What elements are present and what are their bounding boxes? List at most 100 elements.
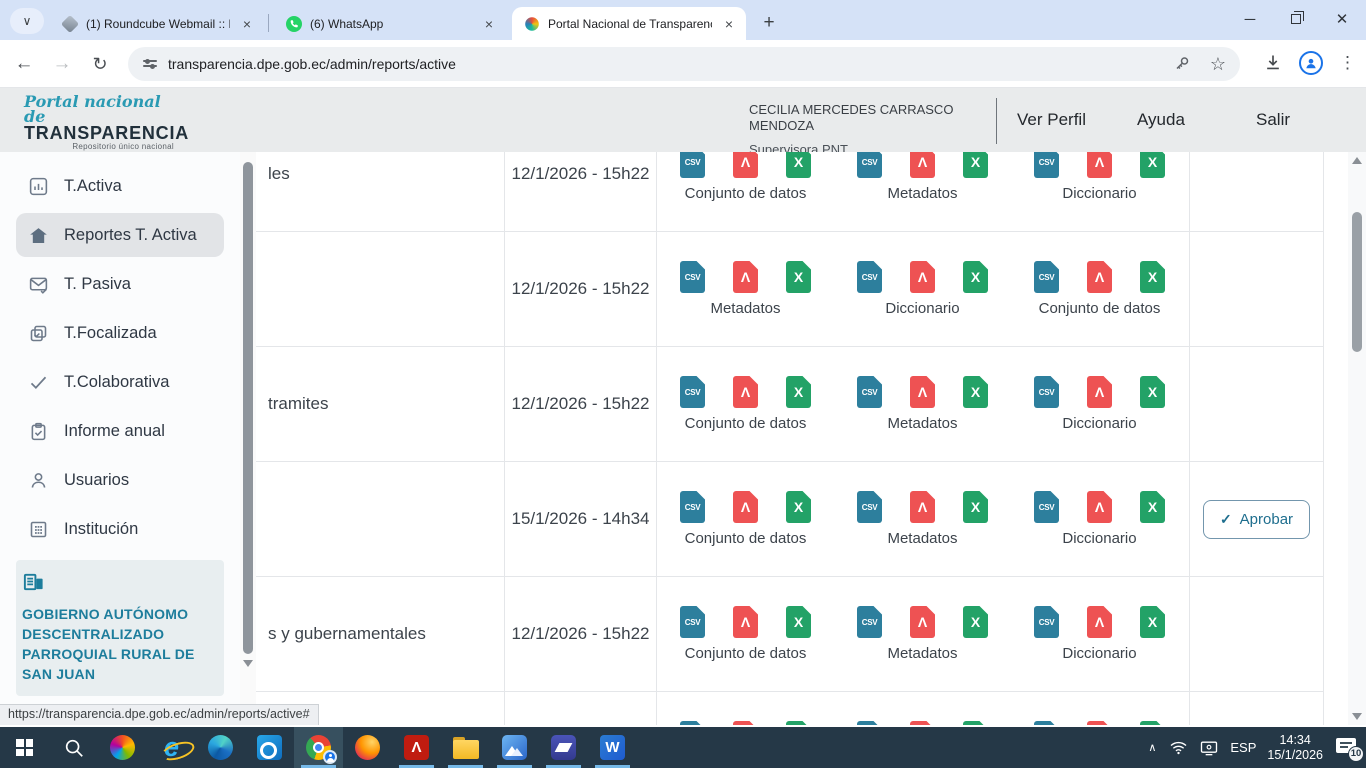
tab-portal-active[interactable]: Portal Nacional de Transparenci × [512, 7, 746, 40]
sidebar-item-reportes-t-activa[interactable]: Reportes T. Activa [16, 213, 224, 257]
password-key-icon[interactable] [1174, 55, 1192, 73]
pdf-file-icon[interactable]: Λ [910, 721, 935, 726]
pdf-file-icon[interactable]: Λ [910, 491, 935, 523]
page-scroll-down-icon[interactable] [1352, 713, 1362, 720]
xls-file-icon[interactable]: X [1140, 261, 1165, 293]
sidebar-item-institucion[interactable]: Institución [0, 505, 240, 554]
notification-center-button[interactable]: 10 [1334, 737, 1360, 759]
pdf-file-icon[interactable]: Λ [1087, 261, 1112, 293]
pdf-file-icon[interactable]: Λ [733, 152, 758, 178]
taskbar-edge-button[interactable] [196, 727, 245, 768]
taskbar-internet-explorer-button[interactable]: e [147, 727, 196, 768]
xls-file-icon[interactable]: X [1140, 491, 1165, 523]
csv-file-icon[interactable]: CSV [857, 261, 882, 293]
csv-file-icon[interactable]: CSV [1034, 606, 1059, 638]
xls-file-icon[interactable]: X [963, 261, 988, 293]
profile-avatar-icon[interactable] [1299, 51, 1323, 75]
taskbar-copilot-button[interactable] [98, 727, 147, 768]
xls-file-icon[interactable]: X [1140, 721, 1165, 726]
new-tab-button[interactable]: + [756, 10, 782, 36]
csv-file-icon[interactable]: CSV [680, 721, 705, 726]
xls-file-icon[interactable]: X [786, 376, 811, 408]
pdf-file-icon[interactable]: Λ [1087, 152, 1112, 178]
nav-ver-perfil[interactable]: Ver Perfil [1017, 110, 1086, 130]
nav-ayuda[interactable]: Ayuda [1137, 110, 1185, 130]
pdf-file-icon[interactable]: Λ [910, 376, 935, 408]
pdf-file-icon[interactable]: Λ [910, 606, 935, 638]
xls-file-icon[interactable]: X [786, 261, 811, 293]
sidebar-scrollbar-thumb[interactable] [243, 162, 253, 654]
csv-file-icon[interactable]: CSV [680, 606, 705, 638]
csv-file-icon[interactable]: CSV [857, 376, 882, 408]
window-minimize-button[interactable]: ─ [1228, 0, 1272, 38]
xls-file-icon[interactable]: X [786, 152, 811, 178]
tab-search-chevron-icon[interactable]: ∨ [10, 8, 44, 34]
csv-file-icon[interactable]: CSV [857, 491, 882, 523]
tab-close-icon[interactable]: × [238, 15, 256, 33]
csv-file-icon[interactable]: CSV [1034, 261, 1059, 293]
sidebar-item-usuarios[interactable]: Usuarios [0, 456, 240, 505]
pdf-file-icon[interactable]: Λ [733, 606, 758, 638]
address-bar[interactable]: transparencia.dpe.gob.ec/admin/reports/a… [128, 47, 1240, 81]
window-close-button[interactable]: ✕ [1320, 0, 1364, 38]
nav-salir[interactable]: Salir [1256, 110, 1290, 130]
pdf-file-icon[interactable]: Λ [1087, 721, 1112, 726]
tab-close-icon[interactable]: × [720, 15, 738, 33]
xls-file-icon[interactable]: X [1140, 606, 1165, 638]
tab-whatsapp[interactable]: (6) WhatsApp × [274, 7, 506, 40]
csv-file-icon[interactable]: CSV [857, 606, 882, 638]
sidebar-scroll-down-icon[interactable] [243, 660, 253, 667]
csv-file-icon[interactable]: CSV [1034, 152, 1059, 178]
csv-file-icon[interactable]: CSV [1034, 491, 1059, 523]
csv-file-icon[interactable]: CSV [680, 376, 705, 408]
pdf-file-icon[interactable]: Λ [1087, 606, 1112, 638]
start-button[interactable] [0, 727, 49, 768]
wifi-icon[interactable] [1169, 738, 1188, 757]
xls-file-icon[interactable]: X [786, 721, 811, 726]
url-text[interactable]: transparencia.dpe.gob.ec/admin/reports/a… [168, 56, 456, 72]
taskbar-acrobat-button[interactable]: Λ [392, 727, 441, 768]
sidebar-item-t-activa[interactable]: T.Activa [0, 162, 240, 211]
xls-file-icon[interactable]: X [963, 721, 988, 726]
pdf-file-icon[interactable]: Λ [1087, 376, 1112, 408]
csv-file-icon[interactable]: CSV [680, 152, 705, 178]
xls-file-icon[interactable]: X [1140, 152, 1165, 178]
sidebar-scrollbar[interactable] [240, 152, 256, 725]
back-button[interactable]: ← [10, 51, 38, 77]
pdf-file-icon[interactable]: Λ [733, 491, 758, 523]
taskbar-outlook-button[interactable] [245, 727, 294, 768]
sidebar-item-t-focalizada[interactable]: T.Focalizada [0, 309, 240, 358]
aprobar-button[interactable]: ✓ Aprobar [1203, 500, 1310, 539]
taskbar-scanner-button[interactable] [539, 727, 588, 768]
pdf-file-icon[interactable]: Λ [733, 261, 758, 293]
taskbar-search-button[interactable] [49, 727, 98, 768]
pdf-file-icon[interactable]: Λ [733, 376, 758, 408]
csv-file-icon[interactable]: CSV [680, 491, 705, 523]
tab-close-icon[interactable]: × [480, 15, 498, 33]
xls-file-icon[interactable]: X [786, 491, 811, 523]
xls-file-icon[interactable]: X [963, 491, 988, 523]
language-indicator[interactable]: ESP [1230, 740, 1256, 755]
page-scrollbar[interactable] [1348, 152, 1366, 725]
downloads-icon[interactable] [1263, 53, 1283, 73]
xls-file-icon[interactable]: X [963, 606, 988, 638]
window-restore-button[interactable] [1274, 0, 1318, 38]
pdf-file-icon[interactable]: Λ [733, 721, 758, 726]
taskbar-file-explorer-button[interactable] [441, 727, 490, 768]
tab-roundcube[interactable]: (1) Roundcube Webmail :: Entra × [50, 7, 264, 40]
bookmark-star-icon[interactable]: ☆ [1210, 54, 1226, 75]
xls-file-icon[interactable]: X [963, 152, 988, 178]
csv-file-icon[interactable]: CSV [857, 721, 882, 726]
pdf-file-icon[interactable]: Λ [910, 261, 935, 293]
sidebar-institution-link[interactable]: GOBIERNO AUTÓNOMO DESCENTRALIZADO PARROQ… [16, 560, 224, 696]
csv-file-icon[interactable]: CSV [680, 261, 705, 293]
clock[interactable]: 14:34 15/1/2026 [1267, 733, 1323, 763]
page-scrollbar-thumb[interactable] [1352, 212, 1362, 352]
sidebar-item-t-pasiva[interactable]: T. Pasiva [0, 260, 240, 309]
tray-expand-icon[interactable]: ∧ [1146, 741, 1158, 754]
taskbar-firefox-button[interactable] [343, 727, 392, 768]
xls-file-icon[interactable]: X [963, 376, 988, 408]
csv-file-icon[interactable]: CSV [1034, 376, 1059, 408]
pdf-file-icon[interactable]: Λ [910, 152, 935, 178]
xls-file-icon[interactable]: X [786, 606, 811, 638]
